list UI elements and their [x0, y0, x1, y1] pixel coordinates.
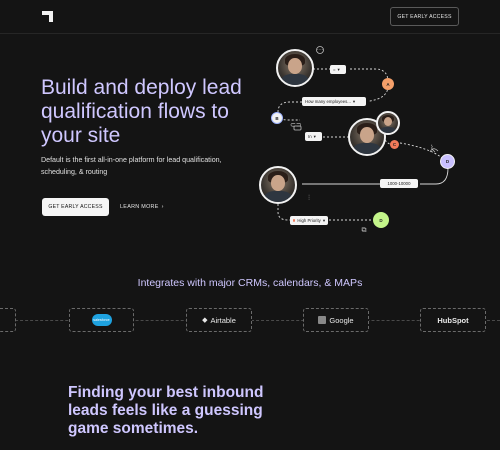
- hero-get-early-access-button[interactable]: GET EARLY ACCESS: [42, 198, 109, 216]
- high-priority-chip: High Priority ▾: [290, 216, 328, 225]
- priority-dot-icon: [293, 219, 296, 222]
- copy-icon: ⧉: [361, 227, 367, 234]
- lead-avatar-3: [376, 111, 400, 135]
- paperclip-icon: ⌇: [430, 145, 434, 152]
- airtable-icon: ◆: [202, 317, 208, 324]
- guessing-game-heading: Finding your best inbound leads feels li…: [68, 384, 264, 437]
- condition-in-chip: In ▾: [305, 132, 322, 141]
- chevron-right-icon: ›: [161, 204, 164, 210]
- chevron-down-icon: ▾: [337, 66, 340, 72]
- top-nav: GET EARLY ACCESS: [0, 0, 500, 34]
- node-b: B: [271, 112, 283, 124]
- node-e: D: [373, 212, 389, 228]
- employees-question-chip: How many employees... ▾: [302, 97, 366, 106]
- learn-more-link[interactable]: LEARN MORE ›: [120, 198, 164, 216]
- lead-avatar-1: [276, 49, 314, 87]
- comment-icon: …: [316, 45, 324, 52]
- default-logo-icon[interactable]: [42, 11, 53, 22]
- learn-more-label: LEARN MORE: [120, 204, 159, 210]
- node-d: D: [440, 154, 455, 169]
- integrations-heading: Integrates with major CRMs, calendars, &…: [137, 277, 363, 289]
- salesforce-logo: salesforce: [69, 308, 134, 332]
- hubspot-logo: HubSpot: [420, 308, 486, 332]
- node-a: A: [382, 78, 394, 90]
- get-early-access-button[interactable]: GET EARLY ACCESS: [390, 7, 459, 26]
- hero-title: Build and deploy lead qualification flow…: [41, 76, 242, 147]
- chevron-down-icon: ▾: [313, 133, 316, 139]
- lead-avatar-4: [259, 166, 297, 204]
- node-c: C: [390, 140, 399, 149]
- link-icon: ⊂⊃: [290, 122, 302, 129]
- airtable-logo: ◆ Airtable: [186, 308, 252, 332]
- chevron-down-icon: ▾: [322, 217, 325, 223]
- employee-range-chip: 1000-10000: [380, 179, 418, 188]
- condition-equals-chip: = ▾: [330, 65, 346, 74]
- lead-flow-illustration: = ▾ How many employees... ▾ In ▾ 1000-1000…: [250, 40, 500, 250]
- salesforce-cloud-icon: salesforce: [91, 314, 112, 326]
- hero-subtitle: Default is the first all-in-one platform…: [41, 156, 222, 176]
- filter-icon: ⫶: [308, 195, 310, 202]
- google-logo: Google: [303, 308, 369, 332]
- partial-logo-card: [0, 308, 16, 332]
- google-calendar-icon: [318, 316, 327, 324]
- chevron-down-icon: ▾: [352, 98, 356, 104]
